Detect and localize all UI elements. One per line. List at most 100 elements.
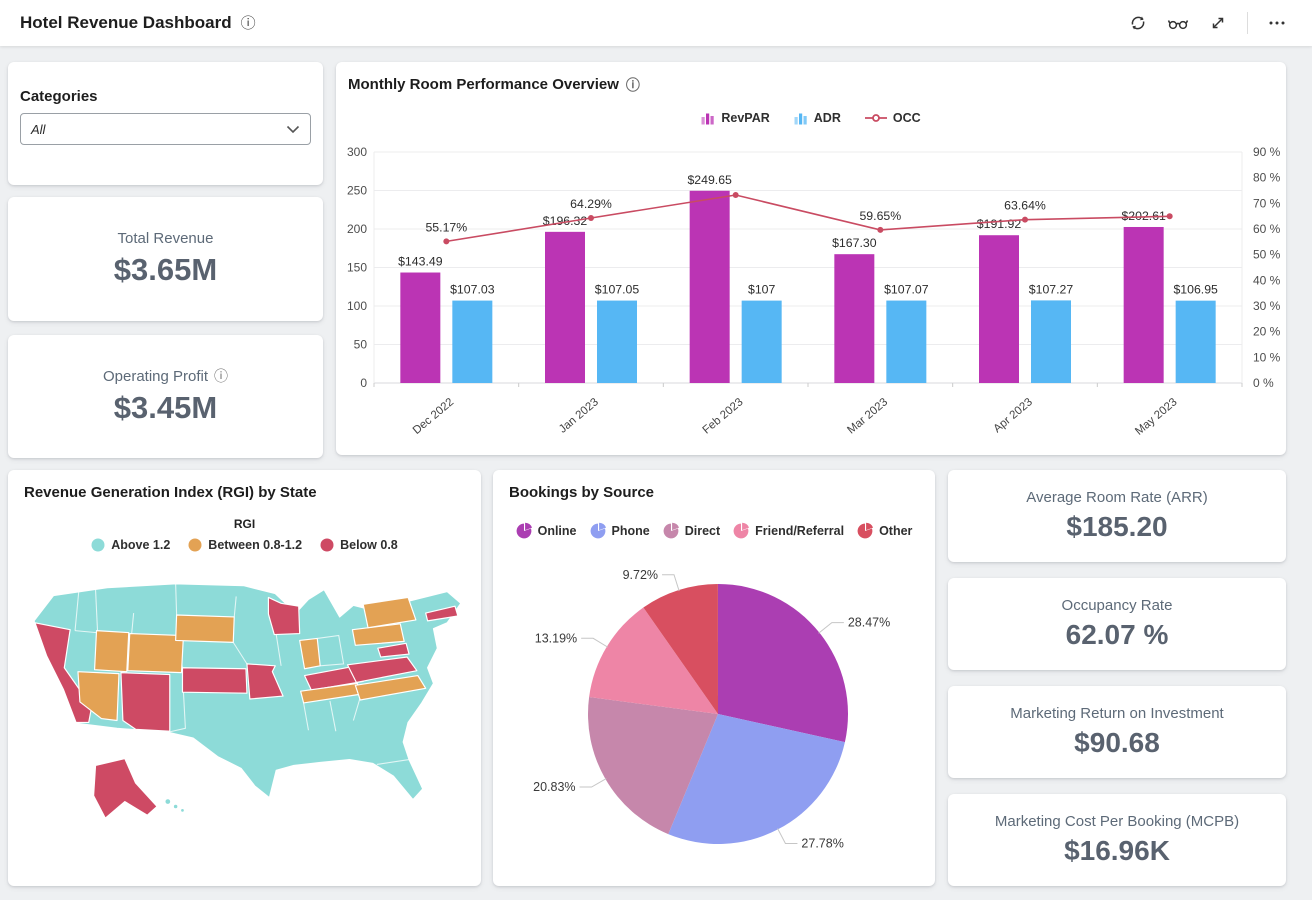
arr-card: Average Room Rate (ARR) $185.20: [948, 470, 1286, 562]
svg-text:10 %: 10 %: [1253, 350, 1281, 364]
svg-text:$167.30: $167.30: [832, 236, 877, 250]
state-alaska[interactable]: [94, 759, 157, 819]
adr-bar[interactable]: [886, 301, 926, 383]
legend-item-between-0-8-1-2[interactable]: Between 0.8-1.2: [188, 538, 302, 552]
pie-series-icon: [663, 523, 679, 539]
legend-item-occ[interactable]: OCC: [865, 111, 921, 125]
legend-item-friend-referral[interactable]: Friend/Referral: [733, 523, 844, 539]
adr-bar[interactable]: [1176, 301, 1216, 383]
occ-point[interactable]: [733, 192, 739, 198]
occ-point[interactable]: [1022, 217, 1028, 223]
occ-point[interactable]: [588, 215, 594, 221]
svg-text:0 %: 0 %: [1253, 376, 1274, 390]
legend-item-other[interactable]: Other: [857, 523, 912, 539]
maximize-button[interactable]: [1203, 8, 1233, 38]
state-utah[interactable]: [95, 631, 129, 672]
svg-text:30 %: 30 %: [1253, 299, 1281, 313]
us-choropleth-map[interactable]: [19, 574, 469, 867]
adr-bar[interactable]: [742, 301, 782, 383]
svg-text:40 %: 40 %: [1253, 273, 1281, 287]
mroi-value: $90.68: [1074, 727, 1160, 759]
state-kansas[interactable]: [182, 668, 246, 693]
svg-text:Apr 2023: Apr 2023: [991, 396, 1034, 435]
mcpb-label: Marketing Cost Per Booking (MCPB): [995, 813, 1239, 830]
state-hawaii[interactable]: [181, 808, 185, 812]
revpar-bar[interactable]: [545, 232, 585, 383]
preview-button[interactable]: [1163, 8, 1193, 38]
info-icon[interactable]: ⓘ: [214, 369, 228, 383]
legend-item-above-1-2[interactable]: Above 1.2: [91, 538, 170, 552]
svg-text:$107.27: $107.27: [1029, 282, 1074, 296]
categories-select[interactable]: All: [20, 113, 311, 145]
pie-chart-title: Bookings by Source: [509, 484, 654, 501]
more-options-button[interactable]: [1262, 8, 1292, 38]
arr-value: $185.20: [1066, 511, 1167, 543]
legend-item-revpar[interactable]: RevPAR: [701, 111, 769, 125]
page-title: Hotel Revenue Dashboard: [20, 13, 232, 33]
bar-series-icon: [701, 111, 715, 125]
svg-text:20 %: 20 %: [1253, 325, 1281, 339]
svg-text:Mar 2023: Mar 2023: [845, 396, 890, 436]
monthly-performance-card: Monthly Room Performance Overview ⓘ RevP…: [336, 62, 1286, 455]
state-hawaii[interactable]: [173, 804, 178, 809]
revpar-bar[interactable]: [979, 235, 1019, 383]
more-icon: [1268, 20, 1286, 26]
combo-chart-legend: RevPAR ADR OCC: [336, 111, 1286, 125]
svg-text:$107.07: $107.07: [884, 283, 929, 297]
mcpb-value: $16.96K: [1064, 835, 1170, 867]
legend-item-phone[interactable]: Phone: [590, 523, 650, 539]
svg-text:$107.05: $107.05: [595, 283, 640, 297]
state-hawaii[interactable]: [165, 799, 171, 805]
svg-text:50: 50: [354, 338, 368, 352]
occ-point[interactable]: [877, 227, 883, 233]
legend-item-below-0-8[interactable]: Below 0.8: [320, 538, 398, 552]
state-new-mexico[interactable]: [121, 673, 170, 732]
legend-item-direct[interactable]: Direct: [663, 523, 720, 539]
occ-point[interactable]: [1167, 213, 1173, 219]
svg-text:$143.49: $143.49: [398, 255, 443, 269]
pie-series-icon: [733, 523, 749, 539]
refresh-icon: [1129, 14, 1147, 32]
rgi-map-card: Revenue Generation Index (RGI) by State …: [8, 470, 481, 886]
mroi-card: Marketing Return on Investment $90.68: [948, 686, 1286, 778]
svg-text:200: 200: [347, 222, 367, 236]
legend-item-adr[interactable]: ADR: [794, 111, 841, 125]
revpar-bar[interactable]: [690, 191, 730, 383]
adr-bar[interactable]: [597, 301, 637, 383]
combo-chart-plot[interactable]: 0501001502002503000 %10 %20 %30 %40 %50 …: [344, 140, 1284, 452]
svg-text:13.19%: 13.19%: [535, 631, 577, 645]
refresh-button[interactable]: [1123, 8, 1153, 38]
maximize-icon: [1210, 15, 1226, 31]
svg-text:60 %: 60 %: [1253, 222, 1281, 236]
top-bar: Hotel Revenue Dashboard ⓘ: [0, 0, 1312, 46]
occ-point[interactable]: [443, 238, 449, 244]
glasses-icon: [1167, 15, 1189, 31]
map-legend: Above 1.2 Between 0.8-1.2 Below 0.8: [8, 538, 481, 552]
operating-profit-card: Operating Profit ⓘ $3.45M: [8, 335, 323, 458]
state-south-dakota[interactable]: [176, 615, 235, 642]
info-icon[interactable]: ⓘ: [626, 78, 640, 92]
svg-text:250: 250: [347, 184, 367, 198]
adr-bar[interactable]: [452, 301, 492, 383]
svg-text:$106.95: $106.95: [1173, 283, 1218, 297]
bar-series-icon: [794, 111, 808, 125]
combo-chart-title: Monthly Room Performance Overview: [348, 76, 619, 93]
pie-chart-plot[interactable]: 28.47%27.78%20.83%13.19%9.72%: [493, 566, 935, 868]
svg-text:59.65%: 59.65%: [859, 209, 901, 223]
total-revenue-label: Total Revenue: [118, 230, 214, 247]
revpar-bar[interactable]: [834, 254, 874, 383]
pie-series-icon: [516, 523, 532, 539]
total-revenue-value: $3.65M: [114, 252, 217, 288]
info-icon[interactable]: ⓘ: [241, 16, 256, 31]
svg-text:64.29%: 64.29%: [570, 197, 612, 211]
svg-text:$107.03: $107.03: [450, 283, 495, 297]
mcpb-card: Marketing Cost Per Booking (MCPB) $16.96…: [948, 794, 1286, 886]
legend-item-online[interactable]: Online: [516, 523, 577, 539]
revpar-bar[interactable]: [1124, 227, 1164, 383]
svg-text:0: 0: [360, 376, 367, 390]
adr-bar[interactable]: [1031, 300, 1071, 383]
svg-text:$249.65: $249.65: [687, 173, 732, 187]
svg-text:9.72%: 9.72%: [623, 568, 658, 582]
svg-text:Dec 2022: Dec 2022: [411, 396, 456, 437]
revpar-bar[interactable]: [400, 273, 440, 383]
